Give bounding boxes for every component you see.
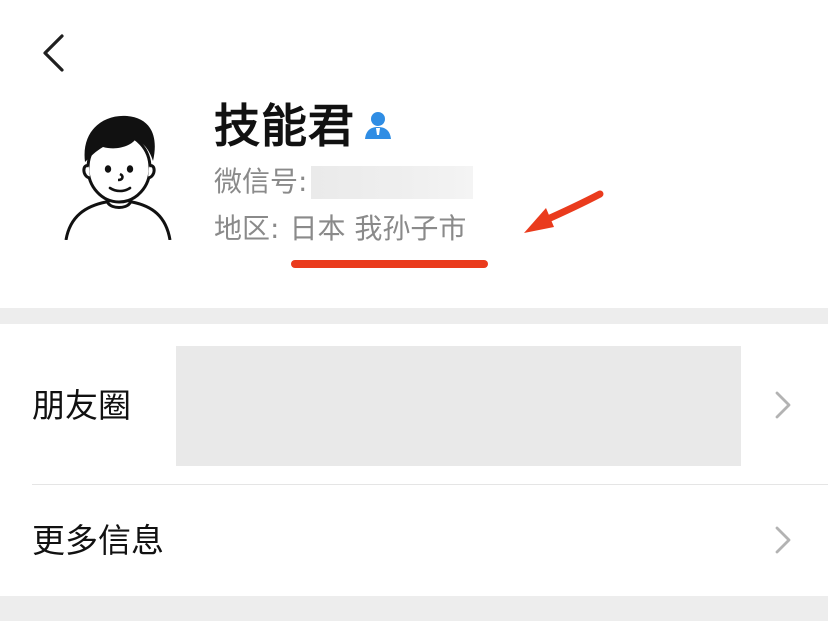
region-row: 地区: 日本 我孙子市 xyxy=(214,210,466,248)
person-icon xyxy=(365,112,391,139)
avatar xyxy=(58,104,180,240)
contact-name: 技能君 xyxy=(214,99,355,153)
wechat-id-redaction xyxy=(311,165,474,199)
moments-preview-redaction xyxy=(176,346,741,466)
chevron-left-icon xyxy=(43,34,64,72)
annotation-arrow-icon xyxy=(524,190,604,233)
wechat-id-row: 微信号: xyxy=(214,164,474,200)
more-info-label: 更多信息 xyxy=(32,521,164,560)
region-underline-annotation xyxy=(291,260,488,268)
moments-label: 朋友圈 xyxy=(32,386,131,425)
avatar-illustration xyxy=(58,104,180,240)
moments-row[interactable]: 朋友圈 xyxy=(0,324,828,484)
wechat-id-label: 微信号: xyxy=(214,165,308,198)
more-info-row[interactable]: 更多信息 xyxy=(0,485,828,596)
chevron-right-icon xyxy=(775,391,791,419)
chevron-right-icon xyxy=(775,526,791,554)
bottom-divider xyxy=(0,596,828,621)
back-button[interactable] xyxy=(30,30,76,76)
section-divider xyxy=(0,308,828,324)
region-label: 地区: xyxy=(214,212,280,245)
contact-profile-screen: 技能君 微信号: 地区: 日本 我孙子市 朋友圈 更多信息 xyxy=(0,0,828,621)
region-value: 日本 我孙子市 xyxy=(289,212,467,245)
